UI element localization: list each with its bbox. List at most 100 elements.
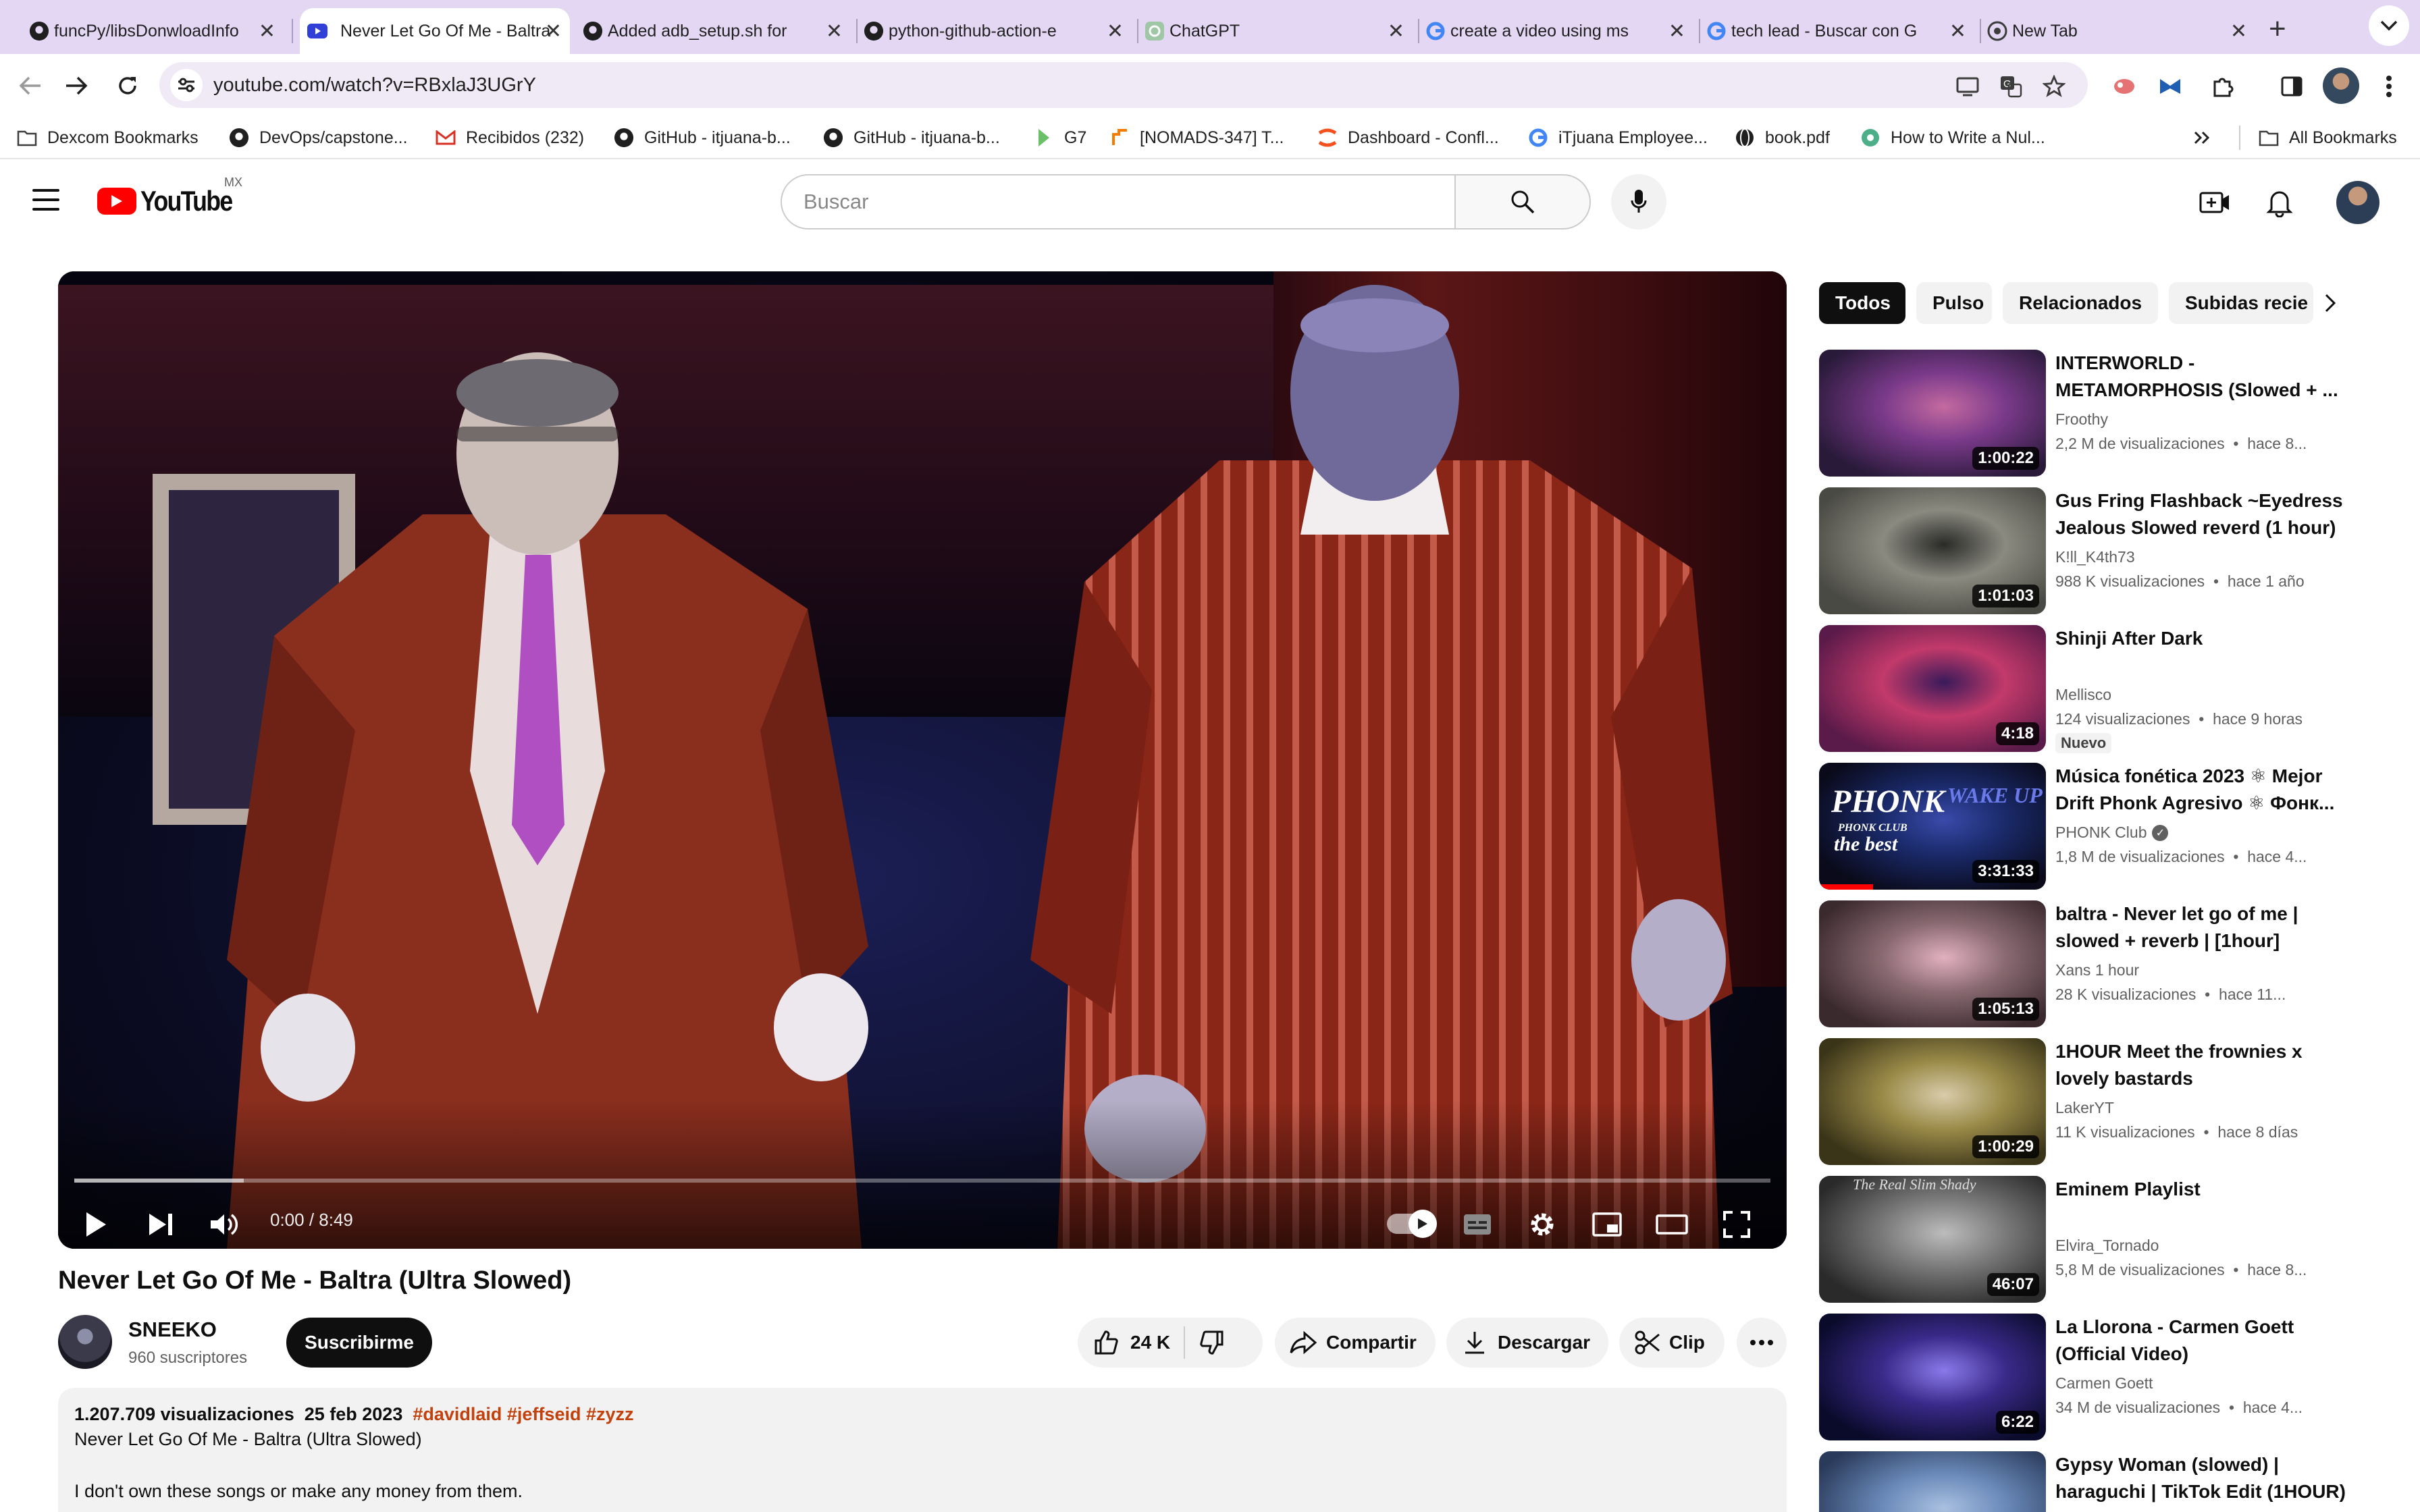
recommendation-channel[interactable]: LakerYT bbox=[2055, 1099, 2114, 1117]
bookmark-item[interactable]: Dashboard - Confl... bbox=[1317, 123, 1499, 153]
like-count[interactable]: 24 K bbox=[1130, 1332, 1170, 1353]
back-button[interactable] bbox=[14, 69, 47, 103]
recommendation-title[interactable]: INTERWORLD - METAMORPHOSIS (Slowed + ... bbox=[2055, 350, 2352, 404]
hashtags[interactable]: #davidlaid #jeffseid #zyzz bbox=[413, 1404, 633, 1424]
recommendation-card[interactable]: The Real Slim Shady 46:07 Eminem Playlist E… bbox=[1819, 1176, 2359, 1304]
browser-tab[interactable]: Added adb_setup.sh for ✕ bbox=[581, 8, 851, 54]
like-button[interactable] bbox=[1093, 1329, 1120, 1356]
bookmark-item[interactable]: Dexcom Bookmarks bbox=[16, 123, 199, 153]
extension-icon[interactable] bbox=[2154, 70, 2186, 103]
url-text[interactable]: youtube.com/watch?v=RBxlaJ3UGrY bbox=[213, 74, 536, 97]
recommendation-card[interactable]: 4:18 Shinji After Dark Mellisco 124 visuali… bbox=[1819, 625, 2359, 753]
play-button[interactable] bbox=[74, 1203, 117, 1246]
close-icon[interactable]: ✕ bbox=[1107, 20, 1124, 43]
recommendation-title[interactable]: Shinji After Dark bbox=[2055, 625, 2352, 652]
close-icon[interactable]: ✕ bbox=[2230, 20, 2247, 43]
video-thumbnail[interactable]: The Real Slim Shady 46:07 bbox=[1819, 1176, 2046, 1303]
recommendation-title[interactable]: Gus Fring Flashback ~Eyedress Jealous Sl… bbox=[2055, 487, 2352, 541]
create-video-icon[interactable] bbox=[2197, 185, 2232, 220]
video-thumbnail[interactable]: 4:18 bbox=[1819, 625, 2046, 752]
recommendation-card[interactable]: 6:22 La Llorona - Carmen Goett (Official … bbox=[1819, 1314, 2359, 1442]
chip-subidas[interactable]: Subidas recie bbox=[2169, 282, 2313, 324]
bookmark-item[interactable]: G7 bbox=[1033, 123, 1086, 153]
search-button[interactable] bbox=[1456, 174, 1591, 230]
recommendation-title[interactable]: Música fonética 2023 ⚛ Mejor Drift Phonk… bbox=[2055, 763, 2352, 817]
autoplay-toggle[interactable] bbox=[1387, 1210, 1437, 1238]
bookmark-item[interactable]: How to Write a Nul... bbox=[1860, 123, 2045, 153]
subscribe-button[interactable]: Suscribirme bbox=[286, 1318, 432, 1368]
browser-tab[interactable]: tech lead - Buscar con G ✕ bbox=[1704, 8, 1974, 54]
browser-tab[interactable]: funcPy/libsDonwloadInfo ✕ bbox=[27, 8, 284, 54]
miniplayer-button[interactable] bbox=[1585, 1203, 1629, 1246]
video-thumbnail[interactable]: 1:05:13 bbox=[1819, 900, 2046, 1027]
video-player[interactable]: 0:00 / 8:49 bbox=[58, 271, 1787, 1249]
chip-todos[interactable]: Todos bbox=[1819, 282, 1905, 324]
recommendation-card[interactable]: 1:00:29 1HOUR Meet the frownies x lovely … bbox=[1819, 1038, 2359, 1166]
browser-tab[interactable]: python-github-action-e ✕ bbox=[862, 8, 1132, 54]
dislike-button[interactable] bbox=[1199, 1329, 1226, 1356]
download-button[interactable]: Descargar bbox=[1446, 1318, 1608, 1368]
recommendation-title[interactable]: Gypsy Woman (slowed) | haraguchi | TikTo… bbox=[2055, 1451, 2352, 1505]
recommendation-title[interactable]: La Llorona - Carmen Goett (Official Vide… bbox=[2055, 1314, 2352, 1368]
bookmark-item[interactable]: book.pdf bbox=[1734, 123, 1830, 153]
address-bar[interactable]: youtube.com/watch?v=RBxlaJ3UGrY bbox=[159, 62, 2088, 108]
video-thumbnail[interactable] bbox=[1819, 1451, 2046, 1512]
recommendation-title[interactable]: 1HOUR Meet the frownies x lovely bastard… bbox=[2055, 1038, 2352, 1092]
all-bookmarks[interactable]: All Bookmarks bbox=[2258, 123, 2397, 153]
bookmark-item[interactable]: iTjuana Employee... bbox=[1527, 123, 1708, 153]
extensions-puzzle-icon[interactable] bbox=[2207, 70, 2239, 103]
browser-tab[interactable]: ChatGPT ✕ bbox=[1142, 8, 1413, 54]
notifications-bell-icon[interactable] bbox=[2262, 185, 2297, 220]
tab-search-button[interactable] bbox=[2369, 5, 2409, 46]
site-info-icon[interactable] bbox=[170, 69, 203, 101]
bookmark-item[interactable]: [NOMADS-347] T... bbox=[1109, 123, 1284, 153]
recommendation-card[interactable]: PHONK PHONK CLUB the best WAKE UP 3:31:33 Mús… bbox=[1819, 763, 2359, 891]
extension-icon[interactable] bbox=[2108, 70, 2140, 103]
recommendation-card[interactable]: 1:01:03 Gus Fring Flashback ~Eyedress Jea… bbox=[1819, 487, 2359, 616]
volume-button[interactable] bbox=[203, 1203, 246, 1246]
install-app-icon[interactable] bbox=[1951, 70, 1984, 103]
video-thumbnail[interactable]: 1:01:03 bbox=[1819, 487, 2046, 614]
subtitles-button[interactable] bbox=[1456, 1203, 1499, 1246]
close-icon[interactable]: ✕ bbox=[545, 20, 562, 43]
settings-button[interactable] bbox=[1521, 1203, 1564, 1246]
recommendation-channel[interactable]: Mellisco bbox=[2055, 686, 2111, 704]
search-input[interactable]: Buscar bbox=[781, 174, 1456, 230]
recommendation-channel[interactable]: Carmen Goett bbox=[2055, 1374, 2153, 1393]
recommendation-channel[interactable]: Xans 1 hour bbox=[2055, 961, 2139, 979]
browser-tab[interactable]: create a video using ms ✕ bbox=[1423, 8, 1693, 54]
chip-pulso[interactable]: Pulso bbox=[1916, 282, 1992, 324]
recommendation-card[interactable]: 1:00:22 INTERWORLD - METAMORPHOSIS (Slowe… bbox=[1819, 350, 2359, 478]
recommendation-card[interactable]: Gypsy Woman (slowed) | haraguchi | TikTo… bbox=[1819, 1451, 2359, 1512]
youtube-logo[interactable]: YouTube MX bbox=[97, 176, 248, 217]
next-button[interactable] bbox=[139, 1203, 182, 1246]
new-tab-button[interactable]: + bbox=[2269, 12, 2286, 46]
voice-search-button[interactable] bbox=[1611, 174, 1666, 230]
video-thumbnail[interactable]: PHONK PHONK CLUB the best WAKE UP 3:31:33 bbox=[1819, 763, 2046, 890]
translate-icon[interactable]: G bbox=[1995, 70, 2027, 103]
browser-tab-active[interactable]: Never Let Go Of Me - Baltra ✕ bbox=[300, 8, 570, 54]
star-icon[interactable] bbox=[2038, 70, 2070, 103]
menu-icon[interactable] bbox=[32, 189, 59, 211]
close-icon[interactable]: ✕ bbox=[826, 20, 843, 43]
recommendation-channel[interactable]: K!ll_K4th73 bbox=[2055, 548, 2135, 566]
close-icon[interactable]: ✕ bbox=[1668, 20, 1685, 43]
recommendation-channel[interactable]: PHONK Club ✓ bbox=[2055, 824, 2169, 842]
close-icon[interactable]: ✕ bbox=[259, 20, 275, 43]
bookmark-item[interactable]: DevOps/capstone... bbox=[228, 123, 408, 153]
reload-button[interactable] bbox=[111, 69, 144, 103]
description-box[interactable]: 1.207.709 visualizaciones 25 feb 2023 #d… bbox=[58, 1388, 1787, 1512]
clip-button[interactable]: Clip bbox=[1619, 1318, 1725, 1368]
progress-bar[interactable] bbox=[74, 1179, 1770, 1183]
bookmark-item[interactable]: GitHub - itjuana-b... bbox=[822, 123, 1000, 153]
more-actions-button[interactable] bbox=[1737, 1318, 1787, 1368]
bookmark-item[interactable]: Recibidos (232) bbox=[435, 123, 584, 153]
fullscreen-button[interactable] bbox=[1715, 1203, 1758, 1246]
recommendation-title[interactable]: baltra - Never let go of me | slowed + r… bbox=[2055, 900, 2352, 954]
bookmark-item[interactable]: GitHub - itjuana-b... bbox=[613, 123, 791, 153]
close-icon[interactable]: ✕ bbox=[1388, 20, 1404, 43]
bookmarks-overflow-icon[interactable] bbox=[2193, 123, 2211, 153]
theater-mode-button[interactable] bbox=[1650, 1203, 1693, 1246]
share-button[interactable]: Compartir bbox=[1275, 1318, 1436, 1368]
recommendation-channel[interactable]: Froothy bbox=[2055, 410, 2108, 429]
